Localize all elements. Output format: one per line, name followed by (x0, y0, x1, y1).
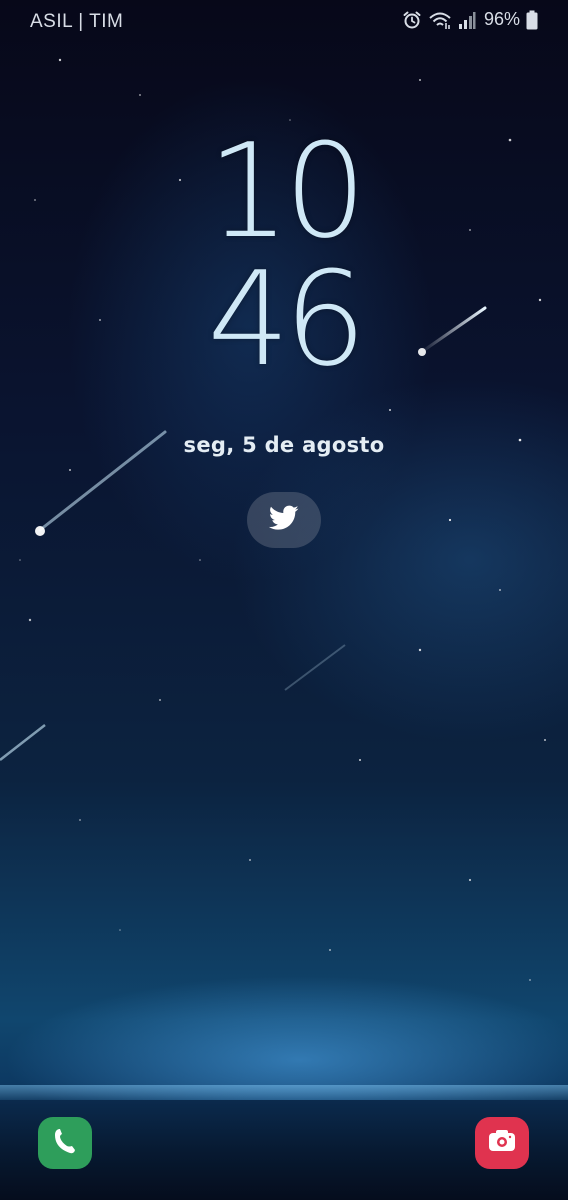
lock-screen: ASIL | TIM 96% 10 46 seg, 5 de agosto (0, 0, 568, 1200)
camera-shortcut[interactable] (475, 1117, 529, 1169)
twitter-icon (268, 505, 299, 535)
wifi-icon (428, 10, 452, 30)
status-bar: ASIL | TIM 96% (0, 0, 568, 44)
battery-icon (526, 10, 538, 30)
signal-icon (458, 10, 476, 30)
camera-icon (487, 1128, 517, 1158)
lockscreen-date: seg, 5 de agosto (183, 433, 385, 457)
battery-percentage: 96% (483, 9, 520, 29)
notification-icon-chip[interactable] (247, 492, 321, 548)
alarm-icon (402, 10, 422, 30)
carrier-label: ASIL | TIM (30, 11, 124, 32)
phone-icon (52, 1126, 78, 1160)
phone-shortcut[interactable] (38, 1117, 92, 1169)
clock-minutes: 46 (207, 243, 366, 395)
status-icons: 96% (402, 9, 538, 30)
clock-hours: 10 (207, 115, 366, 267)
